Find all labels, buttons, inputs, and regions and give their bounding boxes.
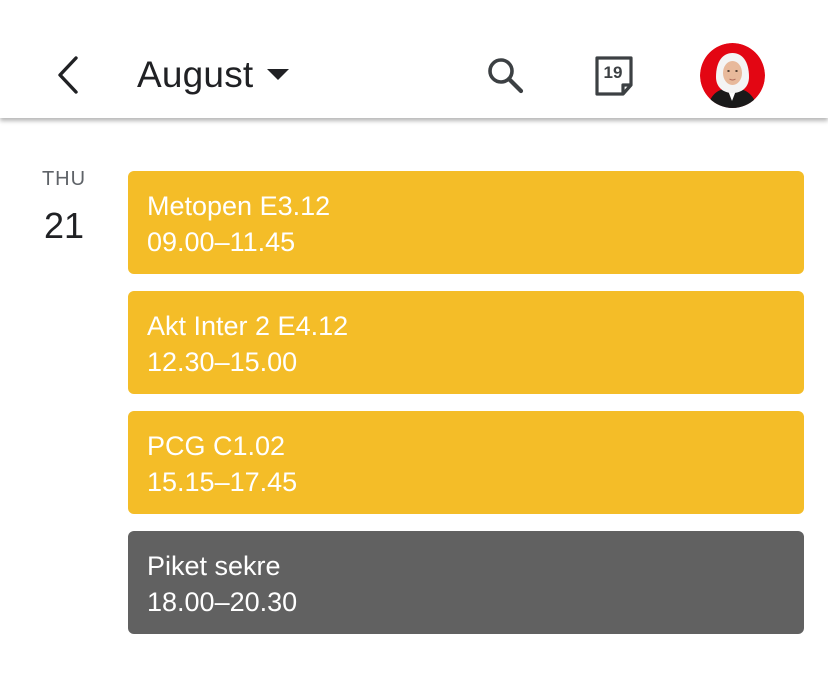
event-time: 12.30–15.00 (147, 347, 298, 377)
event-time: 18.00–20.30 (147, 587, 298, 617)
avatar-photo (700, 43, 765, 108)
event-title: Metopen E3.12 (147, 191, 331, 221)
top-app-bar: August 19 (0, 0, 828, 118)
weekday-label: THU (41, 168, 87, 190)
month-selector[interactable]: August (137, 52, 290, 98)
caret-down-icon (267, 69, 290, 80)
event-title: Akt Inter 2 E4.12 (147, 311, 349, 341)
event-card[interactable]: Metopen E3.12 09.00–11.45 (128, 171, 804, 274)
event-title: PCG C1.02 (147, 431, 286, 461)
event-card[interactable]: PCG C1.02 15.15–17.45 (128, 411, 804, 514)
back-button[interactable] (48, 52, 88, 98)
search-icon (488, 58, 524, 94)
search-button[interactable] (484, 54, 526, 96)
today-button[interactable]: 19 (592, 54, 636, 98)
day-header: THU 21 (20, 168, 108, 247)
avatar[interactable] (700, 43, 765, 108)
event-card[interactable]: Piket sekre 18.00–20.30 (128, 531, 804, 634)
event-time: 09.00–11.45 (147, 227, 296, 257)
month-label: August (137, 54, 254, 95)
date-label: 21 (43, 205, 85, 246)
today-date-label: 19 (603, 63, 623, 82)
event-title: Piket sekre (147, 551, 281, 581)
back-arrow-icon (58, 56, 78, 94)
event-time: 15.15–17.45 (147, 467, 298, 497)
event-card[interactable]: Akt Inter 2 E4.12 12.30–15.00 (128, 291, 804, 394)
